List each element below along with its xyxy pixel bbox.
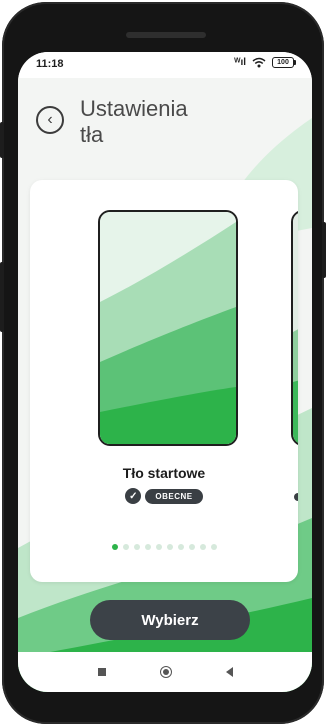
power-button: [0, 122, 4, 158]
back-triangle-icon[interactable]: [225, 667, 233, 677]
status-time: 11:18: [36, 58, 64, 70]
signal-icon: ᵂıl: [234, 57, 246, 68]
pagination-dot[interactable]: [122, 544, 129, 550]
next-item-indicator: [294, 493, 298, 501]
header: ‹ Ustawienia tła: [18, 78, 312, 178]
checkmark-icon: ✓: [125, 488, 142, 504]
pagination-dot[interactable]: [210, 544, 217, 550]
pagination-dot[interactable]: [111, 544, 118, 550]
chevron-left-icon: ‹: [47, 111, 53, 128]
screen: 11:18 ᵂıl 100 ‹ Ustawienia tła Tło start…: [18, 52, 312, 692]
android-nav-bar: [18, 652, 312, 692]
status-badge: OBECNE: [145, 488, 203, 504]
page-title-line1: Ustawienia: [80, 96, 188, 121]
battery-icon: 100: [272, 57, 296, 68]
home-icon[interactable]: [159, 666, 172, 678]
wallpaper-preview-next-image: [293, 212, 298, 444]
status-bar: 11:18 ᵂıl 100: [18, 52, 312, 78]
volume-button: [0, 262, 4, 332]
wallpaper-carousel-card: Tło startowe ✓ OBECNE: [30, 180, 298, 582]
pagination-dot[interactable]: [177, 544, 184, 550]
wifi-icon: [252, 57, 266, 68]
wallpaper-preview-selected[interactable]: [98, 210, 238, 446]
recent-apps-icon[interactable]: [97, 668, 106, 676]
current-indicator: ✓ OBECNE: [30, 488, 298, 504]
pagination-dot[interactable]: [166, 544, 173, 550]
status-icons: ᵂıl 100: [234, 57, 296, 68]
phone-frame: 11:18 ᵂıl 100 ‹ Ustawienia tła Tło start…: [0, 2, 326, 724]
wallpaper-preview-image: [100, 212, 236, 444]
wallpaper-preview-next[interactable]: [291, 210, 298, 446]
battery-level: 100: [272, 57, 294, 68]
pagination-dot[interactable]: [144, 544, 151, 550]
wallpaper-name: Tło startowe: [122, 465, 206, 481]
pagination-dot[interactable]: [155, 544, 162, 550]
select-button[interactable]: Wybierz: [90, 600, 250, 640]
carousel-pagination: [30, 544, 298, 550]
side-key: [322, 222, 326, 278]
pagination-dot[interactable]: [133, 544, 140, 550]
page-title-line2: tła: [80, 122, 104, 147]
pagination-dot[interactable]: [188, 544, 195, 550]
earpiece-speaker: [126, 32, 206, 38]
pagination-dot[interactable]: [199, 544, 206, 550]
back-button[interactable]: ‹: [36, 106, 64, 134]
page-title: Ustawienia tła: [80, 96, 240, 148]
